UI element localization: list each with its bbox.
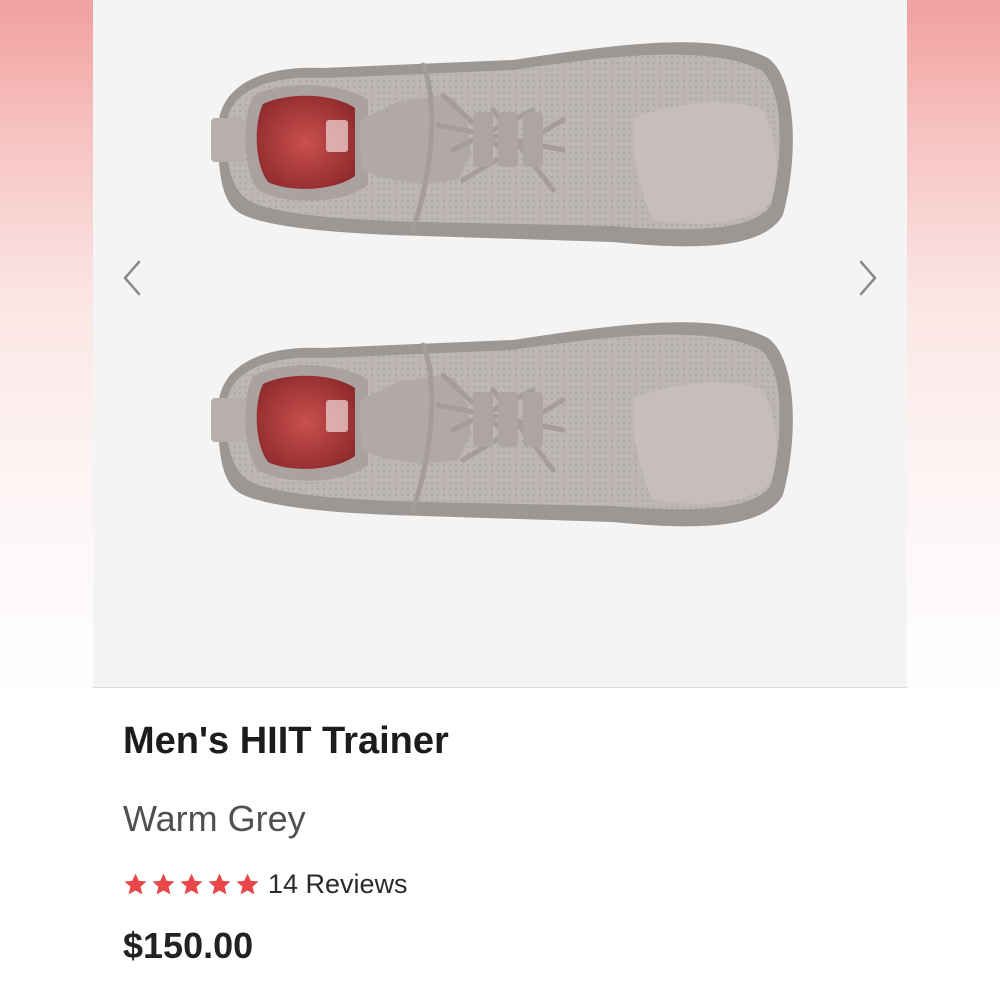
rating-stars <box>123 872 260 897</box>
chevron-left-icon <box>123 260 141 296</box>
gallery-prev-button[interactable] <box>113 256 153 300</box>
star-icon <box>124 873 147 894</box>
reviews-count-link[interactable]: 14 Reviews <box>268 869 408 900</box>
product-color-name: Warm Grey <box>123 798 306 839</box>
star-icon <box>208 873 231 894</box>
star-icon <box>152 873 175 894</box>
product-card: Men's HIIT Trainer Warm Grey 14 Reviews … <box>93 0 907 1000</box>
shoe-top-view <box>211 42 793 247</box>
star-icon <box>180 873 203 894</box>
product-image <box>211 42 793 527</box>
product-price: $150.00 <box>123 925 254 966</box>
gallery-next-button[interactable] <box>847 256 887 300</box>
product-title: Men's HIIT Trainer <box>123 720 449 762</box>
shoe-bottom-view <box>211 322 793 527</box>
star-icon <box>236 873 259 894</box>
chevron-right-icon <box>859 260 877 296</box>
product-image-gallery[interactable] <box>93 0 907 688</box>
product-rating[interactable]: 14 Reviews <box>123 867 408 901</box>
